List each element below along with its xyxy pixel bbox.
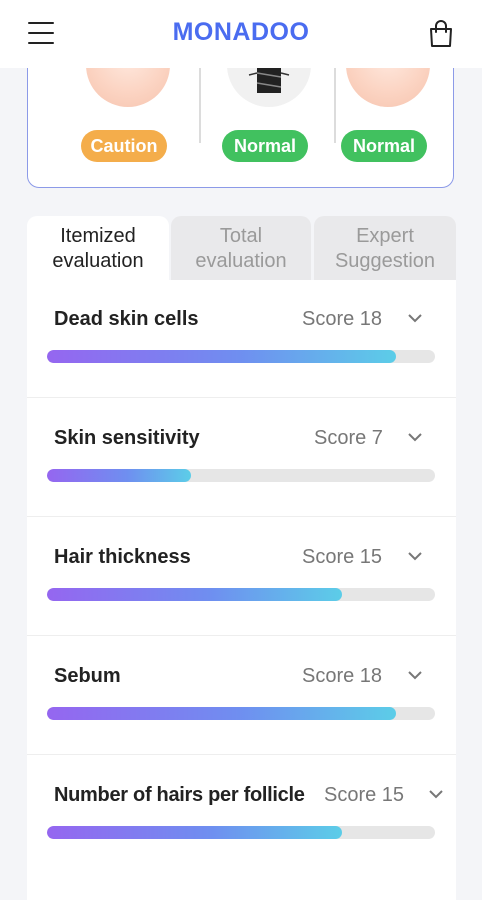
tab-label-line1: Total [219, 225, 263, 247]
score-bar-fill [47, 707, 397, 720]
status-badge: Caution [81, 130, 167, 162]
tab-label-line2: Suggestion [334, 250, 436, 272]
evaluation-item-sebum[interactable]: Sebum Score 18 [27, 637, 456, 755]
evaluation-item-name: Dead skin cells [54, 308, 199, 330]
evaluation-item-score: Score 15 [302, 546, 383, 568]
chevron-down-icon[interactable] [407, 429, 423, 445]
evaluation-item-name: Number of hairs per follicle [54, 784, 305, 806]
tab-label-line2: evaluation [52, 250, 144, 272]
chevron-down-icon[interactable] [407, 310, 423, 326]
score-bar-track [47, 707, 435, 720]
tab-expert-suggestion[interactable]: Expert Suggestion [314, 216, 456, 280]
app-header: MONADOO [0, 0, 482, 68]
tab-label-line2: evaluation [195, 250, 287, 272]
evaluation-item-score: Score 18 [302, 665, 383, 687]
shopping-bag-icon[interactable] [428, 20, 454, 48]
evaluation-item-name: Hair thickness [54, 546, 191, 568]
divider [199, 63, 201, 143]
tab-label-line1: Itemized [60, 225, 136, 247]
tab-label-line1: Expert [356, 225, 414, 247]
score-bar-track [47, 350, 435, 363]
evaluation-item-hair-thickness[interactable]: Hair thickness Score 15 [27, 518, 456, 636]
evaluation-item-score: Score 7 [314, 427, 383, 449]
status-badge: Normal [222, 130, 308, 162]
score-bar-fill [47, 826, 342, 839]
chevron-down-icon[interactable] [407, 667, 423, 683]
evaluation-tabs: Itemized evaluation Total evaluation Exp… [27, 216, 456, 280]
tab-total-evaluation[interactable]: Total evaluation [171, 216, 311, 280]
score-bar-fill [47, 588, 342, 601]
chevron-down-icon[interactable] [407, 548, 423, 564]
score-bar-track [47, 469, 435, 482]
score-bar-fill [47, 469, 191, 482]
chevron-down-icon[interactable] [428, 786, 444, 802]
evaluation-item-name: Sebum [54, 665, 121, 687]
tab-itemized-evaluation[interactable]: Itemized evaluation [27, 216, 169, 280]
itemized-evaluation-list: Dead skin cells Score 18 Skin sensitivit… [27, 280, 456, 900]
score-bar-track [47, 826, 435, 839]
score-bar-fill [47, 350, 397, 363]
brand-logo: MONADOO [172, 18, 310, 46]
evaluation-item-score: Score 18 [302, 308, 383, 330]
status-badge: Normal [341, 130, 427, 162]
evaluation-item-hairs-per-follicle[interactable]: Number of hairs per follicle Score 15 [27, 756, 456, 874]
evaluation-item-dead-skin-cells[interactable]: Dead skin cells Score 18 [27, 280, 456, 398]
evaluation-item-name: Skin sensitivity [54, 427, 200, 449]
score-bar-track [47, 588, 435, 601]
evaluation-item-score: Score 15 [324, 784, 405, 806]
evaluation-item-skin-sensitivity[interactable]: Skin sensitivity Score 7 [27, 399, 456, 517]
